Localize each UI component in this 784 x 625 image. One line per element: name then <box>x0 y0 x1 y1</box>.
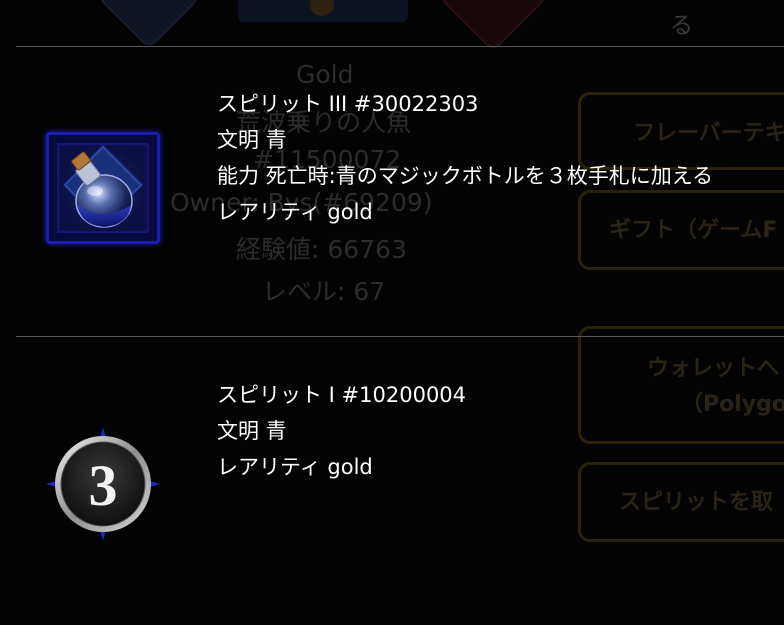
background-card-fragment <box>96 0 202 50</box>
blue-potion-bottle-icon <box>46 132 160 244</box>
background-exp: 経験値: 66763 <box>236 235 407 264</box>
background-level: レベル: 67 <box>262 277 386 306</box>
spirit-details: スピリット I #10200004 文明 青 レアリティ gold <box>217 377 466 485</box>
background-card-fragment <box>437 0 549 53</box>
number-badge-icon: 3 <box>44 425 162 543</box>
background-wallet-label: ウォレットへ <box>647 356 780 381</box>
divider <box>16 336 784 337</box>
badge-number: 3 <box>89 453 118 518</box>
background-take-spirit-button: スピリットを取 <box>578 462 784 542</box>
background-wallet-button: ウォレットへ （Polygon <box>578 326 784 444</box>
background-polygon-label: （Polygon <box>681 392 784 417</box>
spirit-civilization: 文明 青 <box>217 419 287 443</box>
spirit-civilization: 文明 青 <box>217 128 287 152</box>
spirit-title: スピリット I #10200004 <box>217 383 467 407</box>
spirit-ability: 能力 死亡時:青のマジックボトルを３枚手札に加える <box>217 164 714 188</box>
spirit-rarity: レアリティ gold <box>217 200 373 224</box>
background-text-fragment: る <box>670 13 693 39</box>
background-rarity: Gold <box>296 60 354 89</box>
spirit-rarity: レアリティ gold <box>217 455 373 479</box>
divider <box>16 46 784 47</box>
spirit-details: スピリット III #30022303 文明 青 能力 死亡時:青のマジックボト… <box>217 86 713 230</box>
spirit-title: スピリット III #30022303 <box>217 92 479 116</box>
